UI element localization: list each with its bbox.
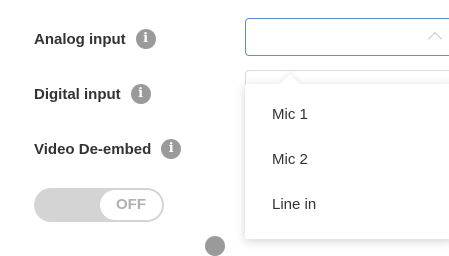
chevron-up-icon [427,31,443,47]
info-icon[interactable]: i [135,29,156,49]
toggle-state-label: OFF [100,190,162,220]
analog-input-dropdown: Mic 1 Mic 2 Line in [245,74,449,239]
video-deembed-row: Video De-embed i [34,139,182,159]
dropdown-option-mic-1[interactable]: Mic 1 [272,106,308,123]
info-icon[interactable]: i [130,84,151,104]
video-deembed-toggle[interactable]: OFF [34,188,164,222]
video-deembed-label: Video De-embed [34,140,152,158]
info-icon [205,236,225,256]
digital-input-label: Digital input [34,85,121,103]
dropdown-option-mic-2[interactable]: Mic 2 [272,151,308,168]
digital-input-row: Digital input i [34,84,151,104]
info-icon[interactable]: i [161,139,182,159]
analog-input-row: Analog input i [34,29,156,49]
analog-input-select[interactable] [245,18,449,56]
analog-input-label: Analog input [34,30,126,48]
dropdown-option-line-in[interactable]: Line in [272,196,316,213]
